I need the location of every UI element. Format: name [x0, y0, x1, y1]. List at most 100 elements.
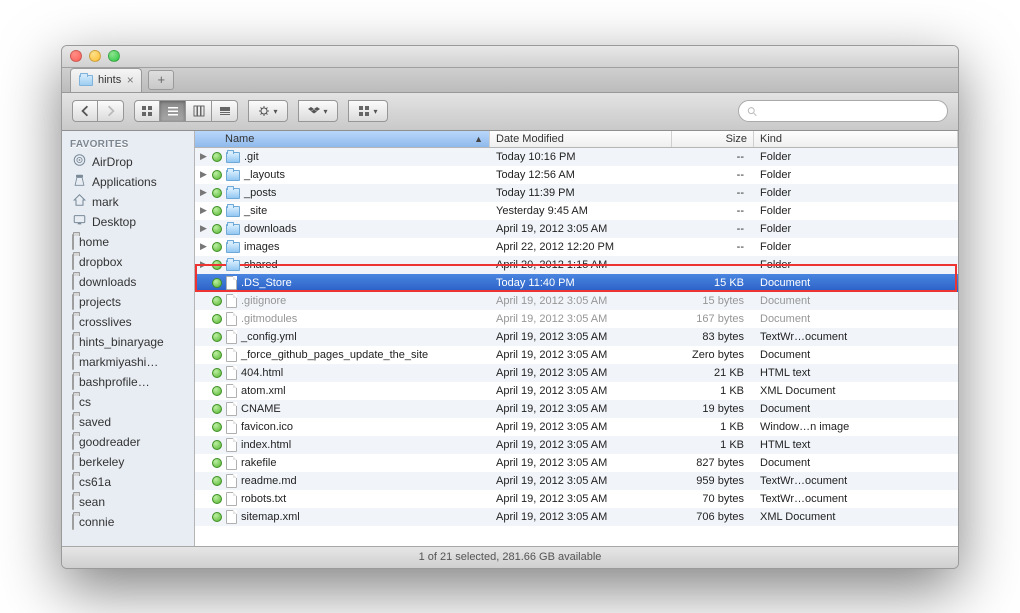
- action-button[interactable]: ▾: [248, 100, 288, 122]
- file-row[interactable]: readme.md April 19, 2012 3:05 AM 959 byt…: [195, 472, 958, 490]
- sidebar-item[interactable]: goodreader: [62, 432, 194, 452]
- file-row[interactable]: robots.txt April 19, 2012 3:05 AM 70 byt…: [195, 490, 958, 508]
- sidebar-item[interactable]: AirDrop: [62, 152, 194, 172]
- file-row[interactable]: ▶ shared April 20, 2012 1:15 AM -- Folde…: [195, 256, 958, 274]
- file-date: April 19, 2012 3:05 AM: [490, 493, 672, 505]
- sidebar-item[interactable]: berkeley: [62, 452, 194, 472]
- file-size: 706 bytes: [672, 511, 754, 523]
- sidebar-item[interactable]: cs61a: [62, 472, 194, 492]
- file-row[interactable]: index.html April 19, 2012 3:05 AM 1 KB H…: [195, 436, 958, 454]
- disclosure-triangle-icon: [199, 476, 208, 485]
- disclosure-triangle-icon[interactable]: ▶: [199, 170, 208, 179]
- sync-status-icon: [212, 458, 222, 468]
- sync-status-icon: [212, 260, 222, 270]
- coverflow-view-button[interactable]: [212, 100, 238, 122]
- sidebar-item[interactable]: dropbox: [62, 252, 194, 272]
- sidebar-item[interactable]: markmiyashi…: [62, 352, 194, 372]
- sync-status-icon: [212, 278, 222, 288]
- file-row[interactable]: ▶ images April 22, 2012 12:20 PM -- Fold…: [195, 238, 958, 256]
- sidebar-item-label: berkeley: [79, 455, 124, 469]
- sidebar-item[interactable]: downloads: [62, 272, 194, 292]
- file-row[interactable]: sitemap.xml April 19, 2012 3:05 AM 706 b…: [195, 508, 958, 526]
- file-row[interactable]: .gitmodules April 19, 2012 3:05 AM 167 b…: [195, 310, 958, 328]
- file-row[interactable]: rakefile April 19, 2012 3:05 AM 827 byte…: [195, 454, 958, 472]
- sync-status-icon: [212, 332, 222, 342]
- tab-bar: hints × +: [62, 68, 958, 93]
- column-view-button[interactable]: [186, 100, 212, 122]
- sidebar-item[interactable]: sean: [62, 492, 194, 512]
- sidebar-item[interactable]: Applications: [62, 172, 194, 192]
- tab-hints[interactable]: hints ×: [70, 68, 142, 92]
- file-name: index.html: [241, 439, 291, 451]
- list-view-button[interactable]: [160, 100, 186, 122]
- sidebar-item[interactable]: connie: [62, 512, 194, 532]
- file-kind: Document: [754, 349, 958, 361]
- disclosure-triangle-icon[interactable]: ▶: [199, 260, 208, 269]
- doc-icon: [226, 492, 237, 506]
- new-tab-button[interactable]: +: [148, 70, 174, 90]
- sidebar-item[interactable]: home: [62, 232, 194, 252]
- file-kind: Folder: [754, 223, 958, 235]
- file-row[interactable]: ▶ _layouts Today 12:56 AM -- Folder: [195, 166, 958, 184]
- file-name: .gitignore: [241, 295, 286, 307]
- sidebar-item[interactable]: mark: [62, 192, 194, 212]
- forward-button[interactable]: [98, 100, 124, 122]
- sidebar-item[interactable]: bashprofile…: [62, 372, 194, 392]
- file-row[interactable]: ▶ _posts Today 11:39 PM -- Folder: [195, 184, 958, 202]
- sidebar-item[interactable]: saved: [62, 412, 194, 432]
- tab-close-icon[interactable]: ×: [123, 73, 137, 87]
- file-list[interactable]: ▶ .git Today 10:16 PM -- Folder ▶ _layou…: [195, 148, 958, 546]
- file-row[interactable]: favicon.ico April 19, 2012 3:05 AM 1 KB …: [195, 418, 958, 436]
- dropbox-button[interactable]: ▾: [298, 100, 338, 122]
- sync-status-icon: [212, 422, 222, 432]
- disclosure-triangle-icon[interactable]: ▶: [199, 224, 208, 233]
- disclosure-triangle-icon: [199, 278, 208, 287]
- doc-icon: [226, 402, 237, 416]
- column-name[interactable]: Name▲: [195, 131, 490, 147]
- sidebar-item[interactable]: cs: [62, 392, 194, 412]
- file-size: --: [672, 169, 754, 181]
- close-button[interactable]: [70, 50, 82, 62]
- sidebar-item[interactable]: crosslives: [62, 312, 194, 332]
- file-row[interactable]: _config.yml April 19, 2012 3:05 AM 83 by…: [195, 328, 958, 346]
- file-row[interactable]: ▶ _site Yesterday 9:45 AM -- Folder: [195, 202, 958, 220]
- disclosure-triangle-icon[interactable]: ▶: [199, 152, 208, 161]
- sidebar-item[interactable]: hints_binaryage: [62, 332, 194, 352]
- file-kind: Folder: [754, 151, 958, 163]
- file-date: April 19, 2012 3:05 AM: [490, 367, 672, 379]
- file-row[interactable]: ▶ .git Today 10:16 PM -- Folder: [195, 148, 958, 166]
- file-size: 1 KB: [672, 439, 754, 451]
- minimize-button[interactable]: [89, 50, 101, 62]
- disclosure-triangle-icon[interactable]: ▶: [199, 206, 208, 215]
- back-button[interactable]: [72, 100, 98, 122]
- sidebar-item[interactable]: projects: [62, 292, 194, 312]
- disclosure-triangle-icon[interactable]: ▶: [199, 188, 208, 197]
- disclosure-triangle-icon[interactable]: ▶: [199, 242, 208, 251]
- file-size: --: [672, 151, 754, 163]
- search-field[interactable]: [738, 100, 948, 122]
- search-input[interactable]: [761, 105, 939, 117]
- column-date[interactable]: Date Modified: [490, 131, 672, 147]
- file-name: downloads: [244, 223, 297, 235]
- file-row[interactable]: atom.xml April 19, 2012 3:05 AM 1 KB XML…: [195, 382, 958, 400]
- sidebar-item[interactable]: Desktop: [62, 212, 194, 232]
- arrange-button[interactable]: ▾: [348, 100, 388, 122]
- status-bar: 1 of 21 selected, 281.66 GB available: [62, 546, 958, 568]
- file-row[interactable]: .DS_Store Today 11:40 PM 15 KB Document: [195, 274, 958, 292]
- airdrop-icon: [72, 153, 87, 170]
- file-date: April 19, 2012 3:05 AM: [490, 421, 672, 433]
- icon-view-button[interactable]: [134, 100, 160, 122]
- column-kind[interactable]: Kind: [754, 131, 958, 147]
- column-size[interactable]: Size: [672, 131, 754, 147]
- file-kind: Folder: [754, 259, 958, 271]
- titlebar[interactable]: [62, 46, 958, 68]
- file-row[interactable]: 404.html April 19, 2012 3:05 AM 21 KB HT…: [195, 364, 958, 382]
- file-row[interactable]: CNAME April 19, 2012 3:05 AM 19 bytes Do…: [195, 400, 958, 418]
- sidebar[interactable]: FAVORITES AirDropApplicationsmarkDesktop…: [62, 131, 195, 546]
- file-row[interactable]: ▶ downloads April 19, 2012 3:05 AM -- Fo…: [195, 220, 958, 238]
- file-row[interactable]: .gitignore April 19, 2012 3:05 AM 15 byt…: [195, 292, 958, 310]
- file-row[interactable]: _force_github_pages_update_the_site Apri…: [195, 346, 958, 364]
- file-size: --: [672, 187, 754, 199]
- file-name: _config.yml: [241, 331, 297, 343]
- zoom-button[interactable]: [108, 50, 120, 62]
